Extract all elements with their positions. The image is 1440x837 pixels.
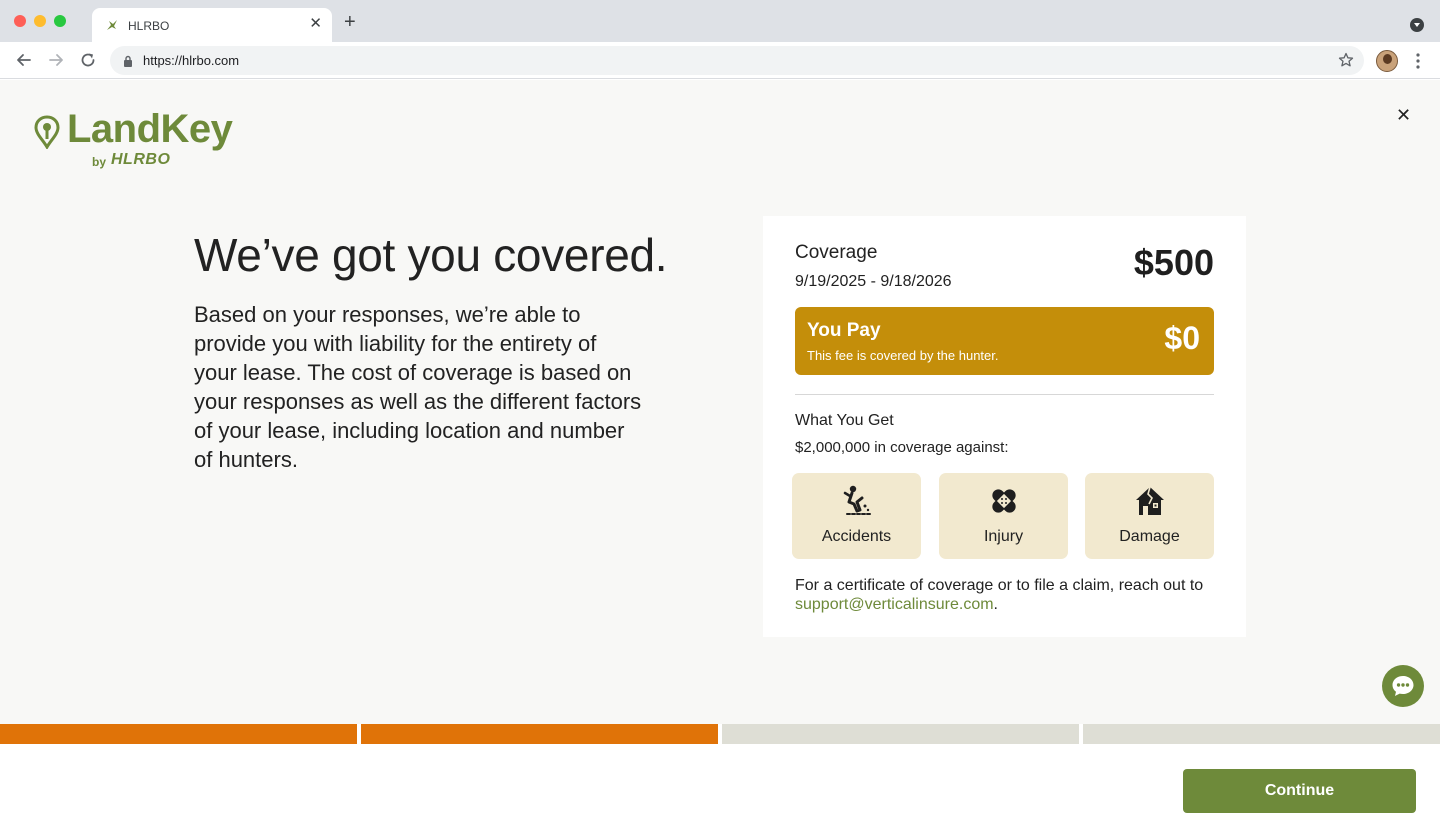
close-icon[interactable]: ✕ bbox=[1396, 106, 1411, 124]
chat-button[interactable] bbox=[1382, 665, 1424, 707]
tab-title: HLRBO bbox=[128, 19, 170, 33]
damaged-house-icon bbox=[1135, 486, 1164, 515]
window-close-dot[interactable] bbox=[14, 15, 26, 27]
you-pay-note: This fee is covered by the hunter. bbox=[807, 348, 999, 363]
logo-parent-brand: HLRBO bbox=[111, 151, 171, 168]
lock-icon bbox=[124, 55, 132, 67]
forward-arrow-icon[interactable] bbox=[47, 51, 65, 69]
browser-menu-icon[interactable] bbox=[1412, 52, 1424, 70]
hlrbo-favicon-icon bbox=[107, 20, 117, 30]
chat-bubble-icon bbox=[1392, 676, 1414, 696]
coverage-card: Coverage 9/19/2025 - 9/18/2026 $500 You … bbox=[763, 216, 1246, 637]
address-bar[interactable]: https://hlrbo.com bbox=[110, 46, 1364, 75]
browser-toolbar: https://hlrbo.com bbox=[0, 42, 1440, 79]
coverage-amount: $500 bbox=[1133, 242, 1214, 283]
you-pay-label: You Pay bbox=[807, 320, 881, 341]
coverage-tile-injury: Injury bbox=[939, 473, 1068, 559]
location-pin-icon bbox=[34, 115, 60, 149]
back-arrow-icon[interactable] bbox=[15, 51, 33, 69]
progress-segment-3 bbox=[722, 724, 1079, 744]
progress-segment-1 bbox=[0, 724, 357, 744]
card-divider bbox=[795, 394, 1214, 395]
you-pay-amount: $0 bbox=[1164, 320, 1200, 356]
what-you-get-description: $2,000,000 in coverage against: bbox=[795, 439, 1009, 456]
tab-close-icon[interactable]: ✕ bbox=[309, 16, 322, 32]
progress-segment-2 bbox=[361, 724, 718, 744]
claim-suffix: . bbox=[993, 596, 998, 613]
bandage-icon bbox=[991, 489, 1016, 513]
progress-segment-4 bbox=[1083, 724, 1440, 744]
new-tab-icon[interactable]: + bbox=[344, 12, 356, 32]
tile-label: Damage bbox=[1119, 528, 1180, 545]
coverage-tile-damage: Damage bbox=[1085, 473, 1214, 559]
intro-paragraph: Based on your responses, we’re able to p… bbox=[194, 302, 642, 472]
tile-label: Accidents bbox=[821, 528, 892, 545]
tab-search-icon[interactable] bbox=[1410, 18, 1424, 32]
profile-avatar[interactable] bbox=[1376, 50, 1398, 72]
support-email-link[interactable]: support@verticalinsure.com bbox=[795, 596, 994, 613]
coverage-dates: 9/19/2025 - 9/18/2026 bbox=[795, 273, 952, 290]
step-progress-bar bbox=[0, 724, 1440, 744]
bookmark-star-icon[interactable] bbox=[1338, 52, 1354, 68]
page-content: LandKey by HLRBO ✕ We’ve got you covered… bbox=[0, 80, 1440, 724]
logo-by-text: by bbox=[92, 155, 107, 169]
coverage-tile-accidents: Accidents bbox=[792, 473, 921, 559]
window-minimize-dot[interactable] bbox=[34, 15, 46, 27]
url-text[interactable]: https://hlrbo.com bbox=[143, 53, 239, 68]
footer: Continue bbox=[0, 744, 1440, 837]
you-pay-banner: You Pay This fee is covered by the hunte… bbox=[795, 307, 1214, 375]
window-zoom-dot[interactable] bbox=[54, 15, 66, 27]
reload-icon[interactable] bbox=[79, 51, 97, 69]
browser-tab-bar: HLRBO ✕ + bbox=[0, 0, 1440, 42]
what-you-get-title: What You Get bbox=[795, 412, 894, 429]
coverage-label: Coverage bbox=[795, 242, 878, 263]
claim-instructions: For a certificate of coverage or to file… bbox=[795, 576, 1225, 614]
logo-wordmark: LandKey bbox=[67, 107, 233, 151]
page-title: We’ve got you covered. bbox=[194, 229, 668, 281]
tile-label: Injury bbox=[983, 528, 1024, 545]
browser-tab[interactable]: HLRBO ✕ bbox=[92, 8, 332, 42]
falling-person-icon bbox=[843, 485, 871, 515]
continue-button[interactable]: Continue bbox=[1183, 769, 1416, 813]
claim-text: For a certificate of coverage or to file… bbox=[795, 577, 1204, 594]
